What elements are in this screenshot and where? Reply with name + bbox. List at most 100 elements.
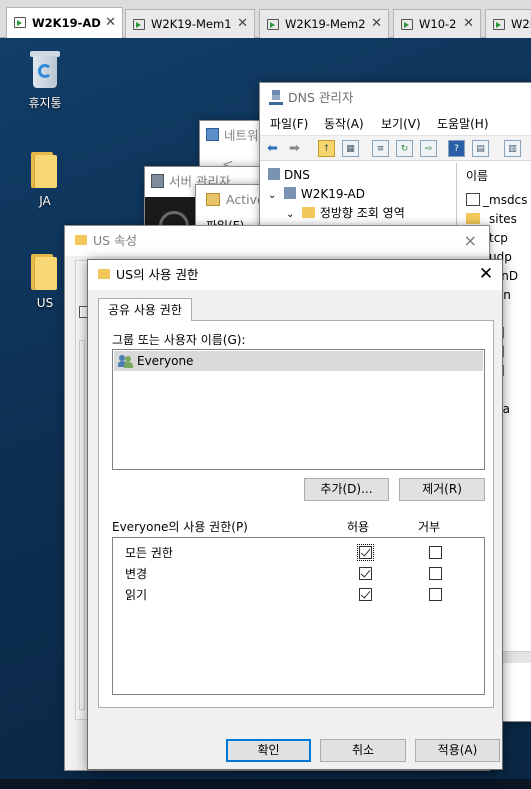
vm-icon: [14, 17, 26, 28]
share-permissions-panel: 그룹 또는 사용자 이름(G): Everyone 추가(D)... 제거(R)…: [98, 320, 494, 708]
vm-tab-w10-2[interactable]: W10-2 ✕: [393, 9, 481, 38]
list-item-label: _msdcs: [483, 193, 528, 207]
ok-button[interactable]: 확인: [226, 739, 311, 762]
dialog-title: US의 사용 권한: [116, 267, 199, 282]
server-icon: [283, 187, 296, 199]
vm-icon: [493, 19, 505, 30]
properties-frame: [79, 340, 85, 710]
vm-tab-w2k19-ad[interactable]: W2K19-AD ✕: [6, 7, 123, 38]
refresh-icon[interactable]: ↻: [396, 140, 413, 157]
vm-tab-label: W2K: [511, 17, 531, 31]
deny-checkbox-full-control[interactable]: [429, 546, 442, 559]
permission-name: 변경: [125, 567, 148, 581]
dns-toolbar: ⬅ ➡ ↑ ▦ ≡ ↻ ⇨ ? ▤ ▥: [260, 135, 531, 161]
menu-file[interactable]: 파일(F): [270, 113, 308, 135]
tree-label: 정방향 조회 영역: [319, 206, 405, 220]
dns-manager-titlebar[interactable]: DNS 관리자: [260, 83, 531, 113]
tree-node-forward-zones[interactable]: ⌄ 정방향 조회 영역: [286, 204, 405, 223]
close-icon[interactable]: ✕: [463, 10, 474, 38]
deny-checkbox-change[interactable]: [429, 567, 442, 580]
show-tree-icon[interactable]: ▦: [342, 140, 359, 157]
deny-column-header: 거부: [418, 520, 441, 534]
desktop-icon-ja[interactable]: JA: [10, 152, 80, 208]
recycle-bin-icon: [30, 50, 60, 88]
menu-help[interactable]: 도움말(H): [437, 113, 489, 135]
folder-icon: [31, 254, 59, 290]
users-group-icon: [118, 354, 134, 368]
network-icon: [206, 128, 219, 141]
remove-button[interactable]: 제거(R): [399, 478, 485, 501]
menu-view[interactable]: 보기(V): [381, 113, 421, 135]
close-button[interactable]: ×: [464, 226, 477, 256]
menu-action[interactable]: 동작(A): [324, 113, 364, 135]
taskbar-edge: [0, 779, 531, 789]
properties-icon[interactable]: ≡: [372, 140, 389, 157]
list-item-everyone[interactable]: Everyone: [114, 351, 483, 371]
vm-tab-w2k19-mem1[interactable]: W2K19-Mem1 ✕: [125, 9, 255, 38]
permission-row-read: 읽기: [113, 583, 484, 604]
folder-icon: [75, 235, 87, 245]
close-icon[interactable]: ✕: [371, 10, 382, 38]
us-properties-title: US 속성: [93, 233, 138, 248]
panel-icon[interactable]: ▤: [472, 140, 489, 157]
dns-manager-title: DNS 관리자: [288, 90, 354, 105]
server-icon[interactable]: ▥: [504, 140, 521, 157]
vm-tab-label: W2K19-Mem1: [151, 17, 232, 31]
vm-tab-w2k19-mem2[interactable]: W2K19-Mem2 ✕: [259, 9, 389, 38]
close-icon[interactable]: ✕: [237, 10, 248, 38]
folder-icon: [466, 193, 480, 206]
column-header-name[interactable]: 이름: [466, 167, 488, 186]
folder-icon: [31, 152, 59, 188]
folder-icon: [98, 269, 110, 279]
permissions-dialog[interactable]: US의 사용 권한 ✕ 공유 사용 권한 그룹 또는 사용자 이름(G): Ev…: [87, 259, 503, 770]
tree-node-dns[interactable]: DNS: [268, 166, 310, 185]
server-manager-icon: [151, 174, 164, 188]
cancel-button[interactable]: 취소: [320, 739, 406, 762]
close-icon[interactable]: ✕: [105, 8, 116, 38]
vm-icon: [267, 19, 279, 30]
vm-tab-w2k[interactable]: W2K: [485, 9, 531, 38]
group-name: Everyone: [137, 354, 194, 368]
allow-checkbox-full-control[interactable]: [357, 544, 374, 561]
forward-icon[interactable]: ➡: [286, 140, 303, 157]
allow-checkbox-change[interactable]: [359, 567, 372, 580]
desktop-icon-label: 휴지통: [28, 96, 62, 110]
close-button[interactable]: ✕: [474, 260, 498, 290]
vm-tab-bar: W2K19-AD ✕ W2K19-Mem1 ✕ W2K19-Mem2 ✕ W10…: [0, 0, 531, 38]
permissions-list: 모든 권한 변경 읽기: [112, 537, 485, 695]
allow-column-header: 허용: [347, 520, 370, 534]
desktop-icon-label: JA: [39, 194, 51, 208]
export-icon[interactable]: ⇨: [420, 140, 437, 157]
dns-menu-bar: 파일(F) 동작(A) 보기(V) 도움말(H): [260, 113, 531, 135]
help-icon[interactable]: ?: [448, 140, 465, 157]
us-properties-titlebar[interactable]: US 속성 ×: [65, 226, 489, 256]
vm-tab-label: W2K19-AD: [32, 16, 101, 30]
add-button[interactable]: 추가(D)...: [304, 478, 389, 501]
list-item[interactable]: _msdcs: [466, 191, 527, 210]
dns-server-icon: [268, 168, 280, 180]
folder-icon: [301, 207, 315, 218]
tree-node-server[interactable]: ⌄ W2K19-AD: [268, 185, 365, 204]
permission-name: 모든 권한: [125, 546, 173, 560]
tab-share-permissions[interactable]: 공유 사용 권한: [98, 298, 192, 321]
permission-row-change: 변경: [113, 562, 484, 583]
permissions-for-label: Everyone의 사용 권한(P): [112, 520, 248, 534]
chevron-down-icon[interactable]: ⌄: [286, 205, 298, 224]
allow-checkbox-read[interactable]: [359, 588, 372, 601]
vm-icon: [133, 19, 145, 30]
back-icon[interactable]: ⬅: [264, 140, 281, 157]
group-label: 그룹 또는 사용자 이름(G):: [112, 333, 246, 347]
deny-checkbox-read[interactable]: [429, 588, 442, 601]
up-folder-icon[interactable]: ↑: [318, 140, 335, 157]
folder-icon: [466, 213, 480, 224]
active-directory-icon: [206, 193, 220, 206]
desktop-icon-recycle-bin[interactable]: 휴지통: [10, 50, 80, 111]
permission-name: 읽기: [125, 588, 148, 602]
apply-button[interactable]: 적용(A): [415, 739, 500, 762]
permissions-titlebar[interactable]: US의 사용 권한 ✕: [88, 260, 502, 290]
dns-icon: [269, 90, 283, 105]
group-user-list[interactable]: Everyone: [112, 349, 485, 470]
chevron-down-icon[interactable]: ⌄: [268, 186, 280, 205]
list-item-label: _sites: [483, 212, 517, 226]
vm-icon: [401, 19, 413, 30]
